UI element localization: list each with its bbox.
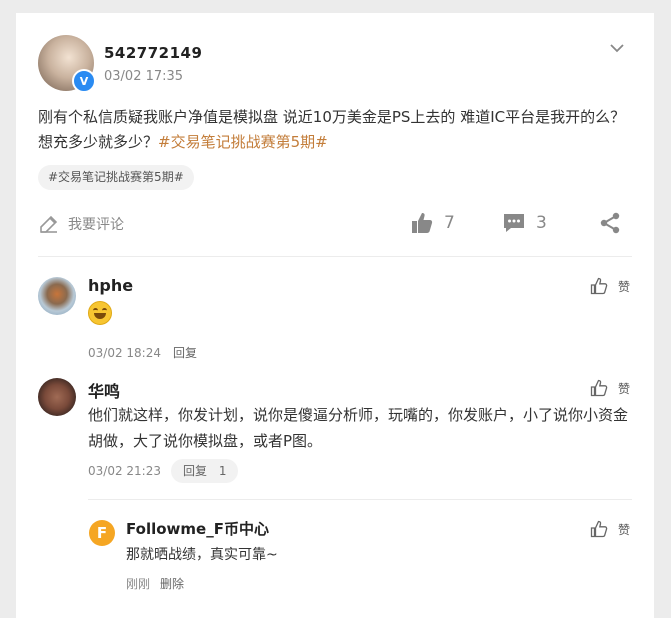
reply-button[interactable]: 回复 <box>173 344 197 361</box>
reply-text: 那就晒战绩，真实可靠~ <box>126 547 278 563</box>
edit-icon <box>38 213 60 235</box>
topic-tag[interactable]: #交易笔记挑战赛第5期# <box>38 165 194 190</box>
section-divider <box>38 256 632 257</box>
reply-button[interactable]: 回复 1 <box>170 459 239 483</box>
like-button[interactable]: 7 <box>410 211 455 235</box>
like-label: 赞 <box>618 381 631 396</box>
reply-like-button[interactable]: 赞 <box>590 520 630 538</box>
comment-like-button[interactable]: 赞 <box>590 277 630 295</box>
reply-meta: 刚刚 删除 <box>126 575 184 592</box>
commenter-avatar[interactable] <box>38 277 76 315</box>
commenter-name[interactable]: hphe <box>88 276 133 295</box>
thumbs-up-outline-icon <box>590 277 608 295</box>
delete-button[interactable]: 删除 <box>160 575 184 592</box>
author-username[interactable]: 542772149 <box>104 44 202 62</box>
comment-button[interactable]: 3 <box>502 211 547 235</box>
thumbs-up-outline-icon <box>590 379 608 397</box>
like-label: 赞 <box>618 522 631 537</box>
post-hashtag-link[interactable]: #交易笔记挑战赛第5期# <box>158 133 328 151</box>
post-card: V 542772149 03/02 17:35 刚有个私信质疑我账户净值是模拟盘… <box>16 13 654 618</box>
comment-text: 他们就这样，你发计划，说你是傻逼分析师，玩嘴的，你发账户，小了说你小资金胡做，大… <box>88 406 629 450</box>
comment-time: 03/02 21:23 <box>88 464 161 478</box>
chevron-down-icon[interactable] <box>608 40 626 58</box>
comment-count: 3 <box>536 213 547 233</box>
author-avatar[interactable]: V <box>38 35 96 93</box>
comment-meta: 03/02 18:24 回复 <box>88 344 197 361</box>
like-count: 7 <box>444 213 455 233</box>
reply-divider <box>88 499 632 500</box>
reply-avatar[interactable]: F <box>89 520 115 546</box>
verified-badge-icon: V <box>72 69 96 93</box>
reply-count: 1 <box>218 464 227 478</box>
comment-bubble-icon <box>502 211 526 235</box>
comment-like-button[interactable]: 赞 <box>590 379 630 397</box>
share-icon[interactable] <box>598 211 622 235</box>
post-body: 刚有个私信质疑我账户净值是模拟盘 说近10万美金是PS上去的 难道IC平台是我开… <box>38 105 638 155</box>
write-comment-button[interactable]: 我要评论 <box>38 212 124 236</box>
post-timestamp: 03/02 17:35 <box>104 69 184 84</box>
like-label: 赞 <box>618 279 631 294</box>
comment-meta: 03/02 21:23 回复 1 <box>88 459 239 483</box>
grinning-emoji-icon <box>88 301 112 325</box>
comment-time: 03/02 18:24 <box>88 345 161 360</box>
commenter-avatar[interactable] <box>38 378 76 416</box>
thumbs-up-icon <box>410 211 434 235</box>
commenter-name[interactable]: 华鸣 <box>88 378 120 402</box>
post-text: 刚有个私信质疑我账户净值是模拟盘 说近10万美金是PS上去的 难道IC平台是我开… <box>38 108 626 151</box>
reply-author-name[interactable]: Followme_F币中心 <box>126 518 269 539</box>
reply-time: 刚刚 <box>126 577 151 591</box>
write-comment-label: 我要评论 <box>68 217 124 233</box>
thumbs-up-outline-icon <box>590 520 608 538</box>
reply-label: 回复 <box>182 464 207 478</box>
